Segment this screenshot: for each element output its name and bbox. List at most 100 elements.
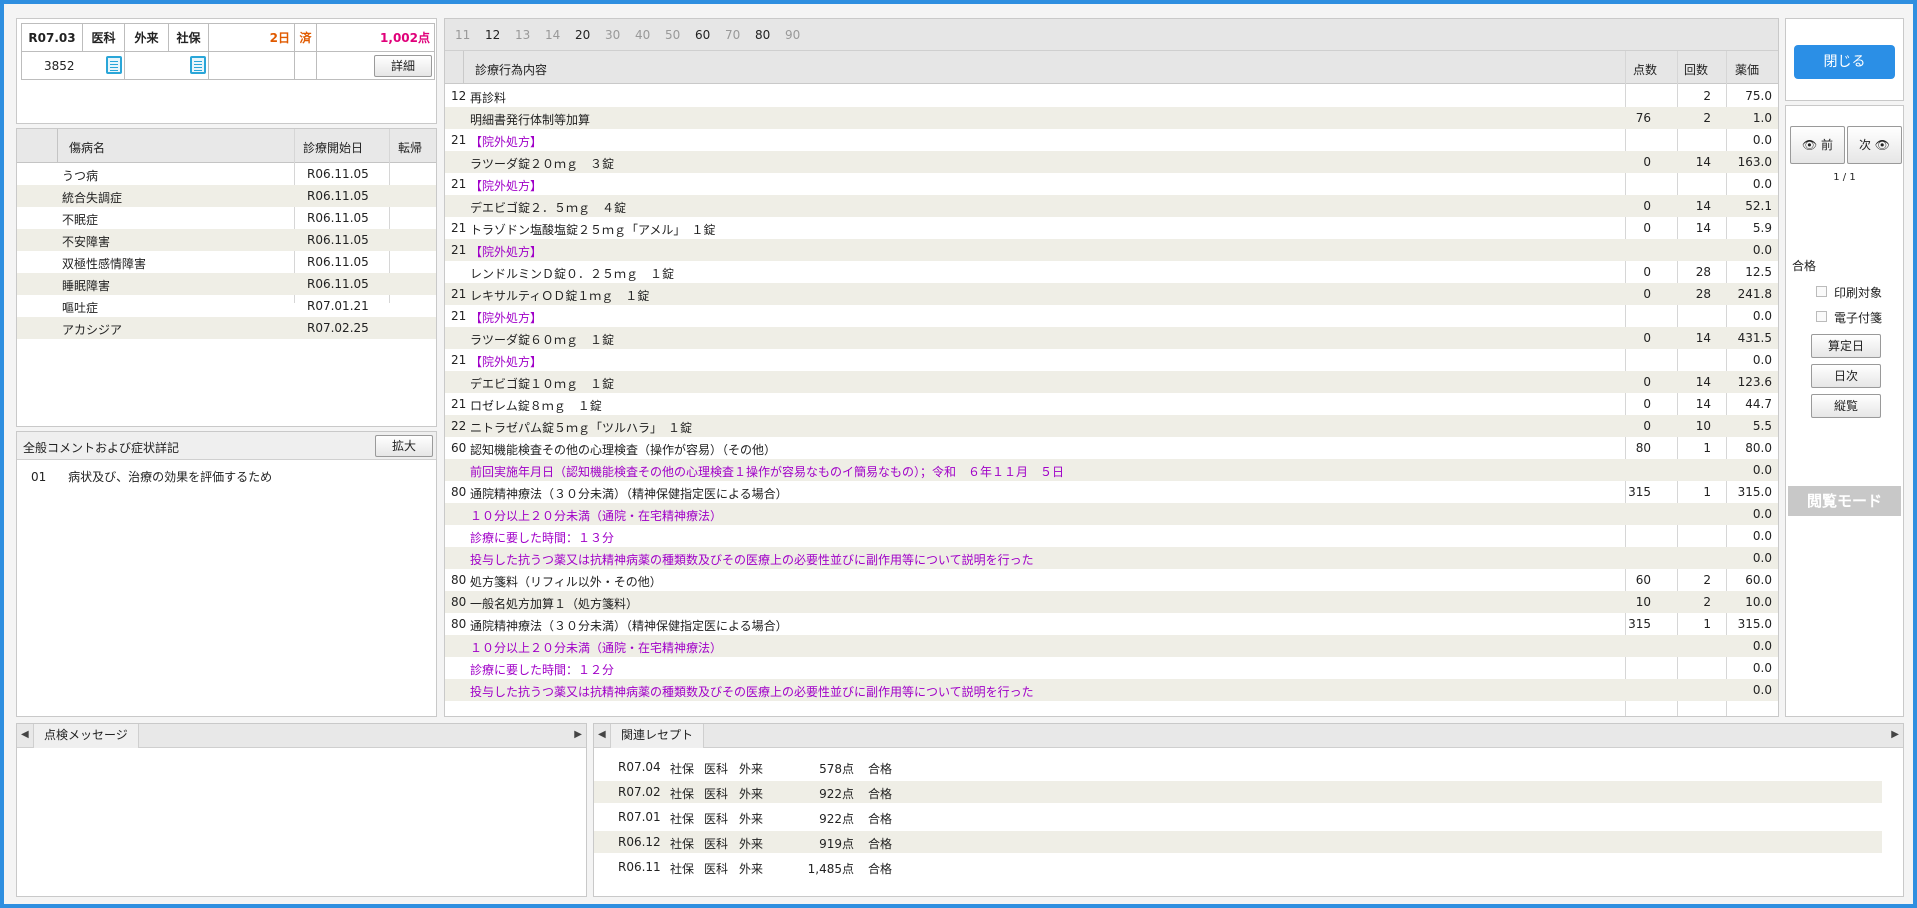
procedure-row[interactable]: 前回実施年月日（認知機能検査その他の心理検査１操作が容易なものイ簡易なもの）；令…: [445, 459, 1778, 481]
tab-12[interactable]: 12: [485, 28, 500, 42]
disease-row[interactable]: 睡眠障害 R06.11.05: [17, 273, 436, 295]
disease-list-panel: 傷病名 診療開始日 転帰 うつ病 R06.11.05 統合失調症 R06.11.05 不…: [16, 128, 437, 427]
col-price[interactable]: 薬価: [1735, 61, 1759, 78]
tab-14[interactable]: 14: [545, 28, 560, 42]
procedure-row[interactable]: 診療に要した時間：１２分 0.0: [445, 657, 1778, 679]
related-receipt-row[interactable]: R07.01 社保 医科 外来 922点 合格: [594, 806, 1882, 828]
procedure-row[interactable]: 80 処方箋料（リフィル以外・その他） 60 2 60.0: [445, 569, 1778, 591]
related-dept: 医科: [704, 762, 729, 776]
scroll-left-icon[interactable]: ◀: [598, 729, 606, 740]
tab-40[interactable]: 40: [635, 28, 650, 42]
disease-row[interactable]: 双極性感情障害 R06.11.05: [17, 251, 436, 273]
procedure-row[interactable]: 21 【院外処方】 0.0: [445, 239, 1778, 261]
procedure-points: 0: [1643, 199, 1651, 213]
tab-30[interactable]: 30: [605, 28, 620, 42]
tab-90[interactable]: 90: [785, 28, 800, 42]
tab-70[interactable]: 70: [725, 28, 740, 42]
procedure-row[interactable]: 80 通院精神療法（３０分未満）（精神保健指定医による場合） 315 1 315.0: [445, 613, 1778, 635]
procedure-row[interactable]: デエビゴ錠２．５ｍｇ ４錠 0 14 52.1: [445, 195, 1778, 217]
procedure-row[interactable]: 21 【院外処方】 0.0: [445, 349, 1778, 371]
procedure-row[interactable]: 60 認知機能検査その他の心理検査（操作が容易）（その他） 80 1 80.0: [445, 437, 1778, 459]
procedure-row[interactable]: 21 トラゾドン塩酸塩錠２５ｍｇ「アメル」 １錠 0 14 5.9: [445, 217, 1778, 239]
tab-60[interactable]: 60: [695, 28, 710, 42]
col-points[interactable]: 点数: [1633, 61, 1657, 78]
disease-row[interactable]: 統合失調症 R06.11.05: [17, 185, 436, 207]
disease-row[interactable]: 不安障害 R06.11.05: [17, 229, 436, 251]
status-badge: 済: [294, 23, 317, 52]
calc-date-button[interactable]: 算定日: [1811, 334, 1881, 358]
procedure-count: 14: [1695, 331, 1711, 345]
procedure-row[interactable]: 21 【院外処方】 0.0: [445, 305, 1778, 327]
tab-related-receipt[interactable]: 関連レセプト: [610, 724, 705, 748]
procedure-row[interactable]: 21 レキサルティＯＤ錠１ｍｇ １錠 0 28 241.8: [445, 283, 1778, 305]
detail-button[interactable]: 詳細: [374, 54, 432, 77]
related-receipt-row[interactable]: R07.02 社保 医科 外来 922点 合格: [594, 781, 1882, 803]
procedure-row[interactable]: １０分以上２０分未満（通院・在宅精神療法） 0.0: [445, 635, 1778, 657]
procedure-price: 0.0: [1752, 177, 1772, 191]
related-result: 合格: [868, 762, 893, 776]
next-button[interactable]: 次 👁: [1847, 126, 1902, 164]
procedure-row[interactable]: 投与した抗うつ薬又は抗精神病薬の種類数及びその医療上の必要性並びに副作用等につい…: [445, 547, 1778, 569]
procedure-row[interactable]: レンドルミンＤ錠０．２５ｍｇ １錠 0 28 12.5: [445, 261, 1778, 283]
print-target-checkbox[interactable]: [1816, 286, 1827, 297]
disease-row[interactable]: うつ病 R06.11.05: [17, 163, 436, 185]
procedure-code: 80: [451, 617, 467, 631]
procedure-row[interactable]: 80 通院精神療法（３０分未満）（精神保健指定医による場合） 315 1 315.0: [445, 481, 1778, 503]
procedure-row[interactable]: 21 【院外処方】 0.0: [445, 129, 1778, 151]
col-disease-name[interactable]: 傷病名: [69, 139, 105, 156]
col-outcome[interactable]: 転帰: [398, 139, 422, 156]
procedure-row[interactable]: 80 一般名処方加算１（処方箋料） 10 2 10.0: [445, 591, 1778, 613]
scroll-right-icon[interactable]: ▶: [1891, 729, 1899, 740]
procedure-count: 2: [1703, 595, 1711, 609]
disease-row[interactable]: 嘔吐症 R07.01.21: [17, 295, 436, 317]
comment-item[interactable]: 01 病状及び、治療の効果を評価するため: [31, 468, 272, 485]
procedure-row[interactable]: １０分以上２０分未満（通院・在宅精神療法） 0.0: [445, 503, 1778, 525]
tab-check-message[interactable]: 点検メッセージ: [33, 724, 139, 748]
related-receipt-row[interactable]: R07.04 社保 医科 外来 578点 合格: [594, 756, 1882, 778]
col-start-date[interactable]: 診療開始日: [303, 139, 363, 156]
close-button[interactable]: 閉じる: [1794, 45, 1895, 79]
procedure-row[interactable]: 22 ニトラゼパム錠５ｍｇ「ツルハラ」 １錠 0 10 5.5: [445, 415, 1778, 437]
related-receipt-row[interactable]: R06.12 社保 医科 外来 919点 合格: [594, 831, 1882, 853]
expand-button[interactable]: 拡大: [375, 435, 433, 457]
overview-button[interactable]: 縦覧: [1811, 394, 1881, 418]
scroll-left-icon[interactable]: ◀: [21, 729, 29, 740]
procedure-text: １０分以上２０分未満（通院・在宅精神療法）: [470, 641, 723, 655]
procedure-row[interactable]: 21 ロゼレム錠８ｍｇ １錠 0 14 44.7: [445, 393, 1778, 415]
col-count[interactable]: 回数: [1684, 61, 1708, 78]
procedure-row[interactable]: 診療に要した時間：１３分 0.0: [445, 525, 1778, 547]
procedure-row[interactable]: ラツーダ錠２０ｍｇ ３錠 0 14 163.0: [445, 151, 1778, 173]
related-insurer: 社保: [670, 787, 695, 801]
document-icon[interactable]: [106, 56, 122, 74]
col-content[interactable]: 診療行為内容: [475, 61, 547, 78]
tab-11[interactable]: 11: [455, 28, 470, 42]
procedure-row[interactable]: ラツーダ錠６０ｍｇ １錠 0 14 431.5: [445, 327, 1778, 349]
document-icon[interactable]: [190, 56, 206, 74]
disease-row[interactable]: 不眠症 R06.11.05: [17, 207, 436, 229]
e-attach-checkbox[interactable]: [1816, 311, 1827, 322]
tab-20[interactable]: 20: [575, 28, 590, 42]
procedure-code: 80: [451, 595, 467, 609]
procedure-row[interactable]: 投与した抗うつ薬又は抗精神病薬の種類数及びその医療上の必要性並びに副作用等につい…: [445, 679, 1778, 701]
tab-50[interactable]: 50: [665, 28, 680, 42]
procedure-row[interactable]: 12 再診料 2 75.0: [445, 85, 1778, 107]
procedure-text: 通院精神療法（３０分未満）（精神保健指定医による場合）: [470, 487, 788, 501]
procedure-code: 22: [451, 419, 467, 433]
procedure-row[interactable]: デエビゴ錠１０ｍｇ １錠 0 14 123.6: [445, 371, 1778, 393]
tab-13[interactable]: 13: [515, 28, 530, 42]
procedure-text: 【院外処方】: [470, 311, 543, 325]
next-label: 次: [1858, 138, 1871, 152]
tab-80[interactable]: 80: [755, 28, 770, 42]
receipt-header: R07.03 医科 外来 社保 2日 済 1,002点 3852 詳細: [16, 18, 437, 124]
procedure-row[interactable]: 21 【院外処方】 0.0: [445, 173, 1778, 195]
related-receipt-row[interactable]: R06.11 社保 医科 外来 1,485点 合格: [594, 856, 1882, 878]
scroll-right-icon[interactable]: ▶: [574, 729, 582, 740]
disease-row[interactable]: アカシジア R07.02.25: [17, 317, 436, 339]
procedure-text: 通院精神療法（３０分未満）（精神保健指定医による場合）: [470, 619, 788, 633]
related-month: R07.01: [618, 810, 661, 824]
prev-button[interactable]: 👁 前: [1790, 126, 1845, 164]
procedure-row[interactable]: 明細書発行体制等加算 76 2 1.0: [445, 107, 1778, 129]
daily-button[interactable]: 日次: [1811, 364, 1881, 388]
disease-start-date: R07.01.21: [307, 299, 369, 313]
procedure-price: 0.0: [1752, 639, 1772, 653]
